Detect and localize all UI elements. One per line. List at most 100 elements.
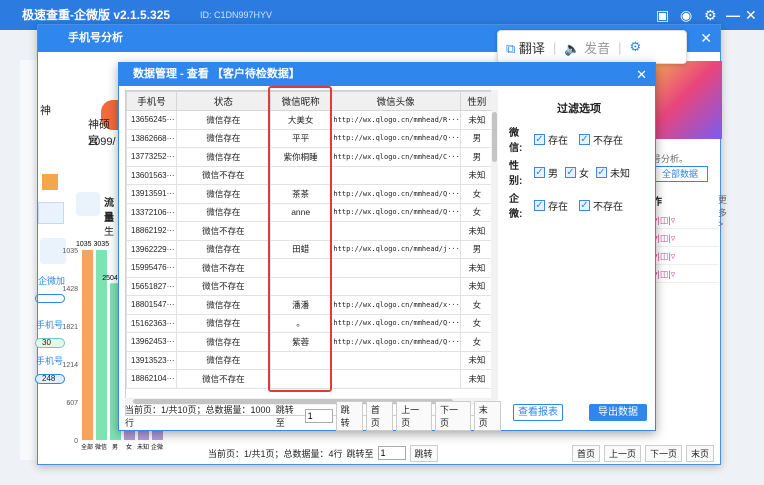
cell-avatar-url (330, 221, 461, 241)
row-actions[interactable]: ▾|◫|▿ (649, 265, 719, 283)
table-row[interactable]: 13773252··· 微信存在 紫你桐睡 http://wx.qlogo.cn/mm… (126, 147, 494, 167)
speak-button[interactable]: 🔈 发音 (556, 38, 618, 57)
close-icon[interactable]: ✕ (745, 0, 757, 30)
analysis-first-page[interactable]: 首页 (571, 444, 600, 462)
analysis-prev-page[interactable]: 上一页 (603, 444, 641, 462)
cell-nickname (269, 165, 332, 185)
cell-gender: 女 (459, 313, 494, 333)
xtick-label: 女 (126, 443, 132, 451)
cell-status: 微信存在 (175, 147, 271, 167)
minimize-icon[interactable]: — (726, 0, 740, 30)
filter-corp-row: 企微: ✓ 存在 ✓ 不存在 (509, 190, 651, 220)
cell-phone: 13773252··· (126, 147, 177, 167)
cell-status: 微信存在 (175, 128, 271, 148)
checkbox-gender-unknown[interactable]: ✓ (596, 166, 607, 178)
checkbox-wechat-not-exists[interactable]: ✓ (579, 133, 590, 145)
coin-icon (42, 174, 58, 190)
row-actions[interactable]: ▾|◫|▿ (649, 229, 719, 247)
cell-status: 微信存在 (175, 184, 271, 204)
translate-button[interactable]: ⧉ 翻译 (498, 38, 553, 57)
cell-avatar-url: http://wx.qlogo.cn/mmhead/Q··· (330, 313, 461, 333)
cell-nickname: 大美女 (269, 110, 332, 130)
cell-avatar-url: http://wx.qlogo.cn/mmhead/Q··· (330, 184, 461, 204)
analysis-jump-button[interactable]: 跳转 (409, 444, 438, 462)
cell-gender: 未知 (459, 258, 494, 278)
cell-phone: 13962453··· (126, 332, 177, 352)
table-row[interactable]: 15162363··· 微信存在。 http://wx.qlogo.cn/mmhea… (126, 313, 494, 333)
table-row[interactable]: 13862668··· 微信存在 平平 http://wx.qlogo.cn/mmhe… (126, 128, 494, 148)
table-row[interactable]: 13962229··· 微信存在 田蜡 http://wx.qlogo.cn/mmhe… (126, 239, 494, 259)
more-link[interactable]: 更多> (718, 193, 727, 229)
ytick-label: 1035 (62, 248, 78, 255)
filter-gender-label: 性别: (509, 161, 523, 187)
dialog-titlebar: 数据管理 - 查看 【客户待检数据】 ✕ (119, 63, 655, 86)
row-actions[interactable]: ▾|◫|▿ (649, 247, 719, 265)
table-row[interactable]: 18801547··· 微信存在 潘潘 http://wx.qlogo.cn/mmhe… (126, 295, 494, 315)
cell-avatar-url: http://wx.qlogo.cn/mmhead/j··· (330, 239, 461, 259)
filter-title: 过滤选项 (557, 103, 601, 115)
cell-status: 微信存在 (175, 295, 271, 315)
cell-nickname: 潘潘 (269, 295, 332, 315)
jump-input[interactable] (304, 409, 333, 423)
analysis-last-page[interactable]: 末页 (685, 444, 714, 462)
table-row[interactable]: 13601563··· 微信不存在 未知 (126, 165, 494, 185)
dialog-title: 数据管理 - 查看 【客户待检数据】 (133, 68, 300, 80)
filter-corp-label: 企微: (509, 194, 523, 220)
checkbox-corp-exists[interactable]: ✓ (534, 199, 545, 211)
column-header[interactable]: 微信头像 (330, 91, 461, 111)
export-data-button[interactable]: 导出数据 (589, 404, 647, 421)
cell-status: 微信存在 (175, 239, 271, 259)
column-header[interactable]: 微信昵称 (269, 91, 332, 111)
analysis-close-icon[interactable]: ✕ (700, 25, 712, 52)
cell-gender: 男 (459, 239, 494, 259)
speak-label: 发音 (584, 40, 611, 56)
xtick-label: 未知 (137, 443, 149, 451)
column-header[interactable]: 状态 (175, 91, 271, 111)
cell-status: 微信存在 (175, 110, 271, 130)
analysis-jump-input[interactable] (377, 446, 406, 460)
cell-nickname (269, 258, 332, 278)
checkbox-gender-female[interactable]: ✓ (565, 166, 576, 178)
cell-status: 微信不存在 (175, 165, 271, 185)
speaker-icon: 🔈 (564, 40, 581, 56)
xtick-label: 微信 (95, 443, 107, 451)
checkbox-corp-not-exists[interactable]: ✓ (579, 199, 590, 211)
cell-nickname (269, 350, 332, 370)
table-row[interactable]: 15995476··· 微信不存在 未知 (126, 258, 494, 278)
table-row[interactable]: 13372106··· 微信存在 anne http://wx.qlogo.cn/mm… (126, 202, 494, 222)
table-row[interactable]: 13962453··· 微信存在 紫蓉 http://wx.qlogo.cn/mmhe… (126, 332, 494, 352)
cell-avatar-url (330, 369, 461, 389)
row-actions[interactable]: ▾|◫|▿ (649, 211, 719, 229)
ytick-label: 1428 (62, 286, 78, 293)
cell-status: 微信存在 (175, 202, 271, 222)
checkbox-gender-male[interactable]: ✓ (534, 166, 545, 178)
table-row[interactable]: 15651827··· 微信不存在 未知 (126, 276, 494, 296)
next-page-button[interactable]: 下一页 (434, 401, 471, 431)
view-report-button[interactable]: 查看报表 (513, 404, 563, 421)
jump-label: 跳转至 (275, 405, 294, 428)
last-page-button[interactable]: 末页 (473, 401, 502, 431)
prev-page-button[interactable]: 上一页 (396, 401, 432, 431)
cell-nickname: 紫你桐睡 (269, 147, 332, 167)
cell-status: 微信存在 (175, 313, 271, 333)
analysis-next-page[interactable]: 下一页 (644, 444, 682, 462)
column-header[interactable]: 性别 (459, 91, 494, 111)
cell-avatar-url: http://wx.qlogo.cn/mmhead/Q··· (330, 332, 461, 352)
table-row[interactable]: 13913591··· 微信存在 茶茶 http://wx.qlogo.cn/mmhe… (126, 184, 494, 204)
dialog-close-icon[interactable]: ✕ (636, 63, 647, 86)
vertical-scrollbar[interactable] (491, 90, 498, 416)
table-row[interactable]: 13656245··· 微信存在 大美女 http://wx.qlogo.cn/mmh… (126, 110, 494, 130)
all-data-button[interactable]: 全部数据 (652, 166, 708, 182)
translate-settings-icon[interactable]: ⚙ (622, 39, 650, 55)
first-page-button[interactable]: 首页 (365, 401, 394, 431)
cell-phone: 13862668··· (126, 128, 177, 148)
table-row[interactable]: 13913523··· 微信存在 未知 (126, 350, 494, 370)
table-row[interactable]: 18862104··· 微信不存在 未知 (126, 369, 494, 389)
vscroll-thumb[interactable] (492, 112, 497, 162)
jump-button[interactable]: 跳转 (335, 401, 363, 431)
table-row[interactable]: 18862192··· 微信不存在 未知 (126, 221, 494, 241)
column-header[interactable]: 手机号 (126, 91, 177, 111)
filter-wechat-row: 微信: ✓ 存在 ✓ 不存在 (509, 124, 651, 154)
cell-phone: 15162363··· (126, 313, 177, 333)
checkbox-wechat-exists[interactable]: ✓ (534, 133, 545, 145)
